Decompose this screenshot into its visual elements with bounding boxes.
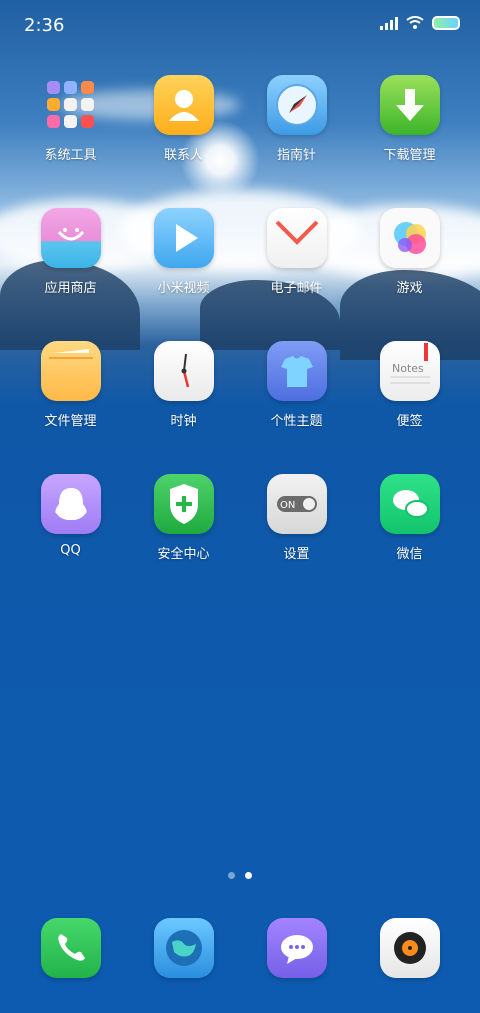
- app-label: 文件管理: [44, 414, 97, 429]
- app-security[interactable]: 安全中心: [127, 474, 240, 562]
- mail-icon: [266, 208, 327, 268]
- status-time: 2:36: [24, 15, 65, 36]
- phone-icon: [40, 918, 101, 978]
- clock-icon: [153, 341, 214, 401]
- app-label: 指南针: [276, 148, 316, 163]
- dock-messages[interactable]: [240, 918, 353, 978]
- app-label: 游戏: [396, 281, 423, 296]
- wechat-icon: [379, 474, 440, 534]
- app-label: 设置: [283, 547, 310, 562]
- wifi-icon: [406, 16, 424, 29]
- app-wechat[interactable]: 微信: [353, 474, 466, 562]
- app-themes[interactable]: 个性主题: [240, 341, 353, 429]
- games-icon: [379, 208, 440, 268]
- app-label: QQ: [60, 543, 81, 558]
- page-dot[interactable]: [228, 872, 235, 879]
- app-label: 应用商店: [44, 281, 97, 296]
- notes-icon-text: Notes: [392, 362, 424, 375]
- system-tools-icon: [41, 75, 101, 135]
- qq-icon: [40, 474, 101, 534]
- app-label: 个性主题: [270, 414, 323, 429]
- settings-icon-text: ON: [280, 500, 295, 511]
- app-video[interactable]: 小米视频: [127, 208, 240, 296]
- app-compass[interactable]: 指南针: [240, 75, 353, 163]
- dock-music[interactable]: [353, 918, 466, 978]
- wallpaper: [0, 0, 480, 360]
- browser-icon: [153, 918, 214, 978]
- app-system-tools[interactable]: 系统工具: [14, 75, 127, 163]
- download-icon: [379, 75, 440, 135]
- app-mail[interactable]: 电子邮件: [240, 208, 353, 296]
- app-label: 安全中心: [157, 547, 210, 562]
- themes-icon: [266, 341, 327, 401]
- app-label: 联系人: [163, 148, 203, 163]
- app-clock[interactable]: 时钟: [127, 341, 240, 429]
- app-label: 便签: [396, 414, 423, 429]
- file-manager-icon: [40, 341, 101, 401]
- notes-icon: Notes: [379, 341, 440, 401]
- page-dot-active[interactable]: [245, 872, 252, 879]
- app-label: 电子邮件: [270, 281, 323, 296]
- compass-icon: [266, 75, 327, 135]
- app-contacts[interactable]: 联系人: [127, 75, 240, 163]
- video-icon: [153, 208, 214, 268]
- status-bar: 2:36: [0, 0, 480, 52]
- app-download[interactable]: 下载管理: [353, 75, 466, 163]
- app-notes[interactable]: Notes 便签: [353, 341, 466, 429]
- dock-browser[interactable]: [127, 918, 240, 978]
- status-icons: [380, 16, 460, 30]
- messages-icon: [266, 918, 327, 978]
- app-store-icon: [40, 208, 101, 268]
- app-label: 微信: [396, 547, 423, 562]
- security-icon: [153, 474, 214, 534]
- settings-icon: ON: [266, 474, 327, 534]
- signal-icon: [380, 16, 398, 30]
- app-label: 下载管理: [383, 148, 436, 163]
- app-qq[interactable]: QQ: [14, 474, 127, 558]
- app-app-store[interactable]: 应用商店: [14, 208, 127, 296]
- contacts-icon: [153, 75, 214, 135]
- app-label: 时钟: [170, 414, 197, 429]
- dock: [0, 918, 480, 978]
- app-label: 小米视频: [157, 281, 210, 296]
- battery-icon: [432, 16, 460, 30]
- music-icon: [379, 918, 440, 978]
- page-indicator: [0, 872, 480, 879]
- app-games[interactable]: 游戏: [353, 208, 466, 296]
- dock-phone[interactable]: [14, 918, 127, 978]
- app-settings[interactable]: ON 设置: [240, 474, 353, 562]
- app-label: 系统工具: [44, 148, 97, 163]
- app-file-manager[interactable]: 文件管理: [14, 341, 127, 429]
